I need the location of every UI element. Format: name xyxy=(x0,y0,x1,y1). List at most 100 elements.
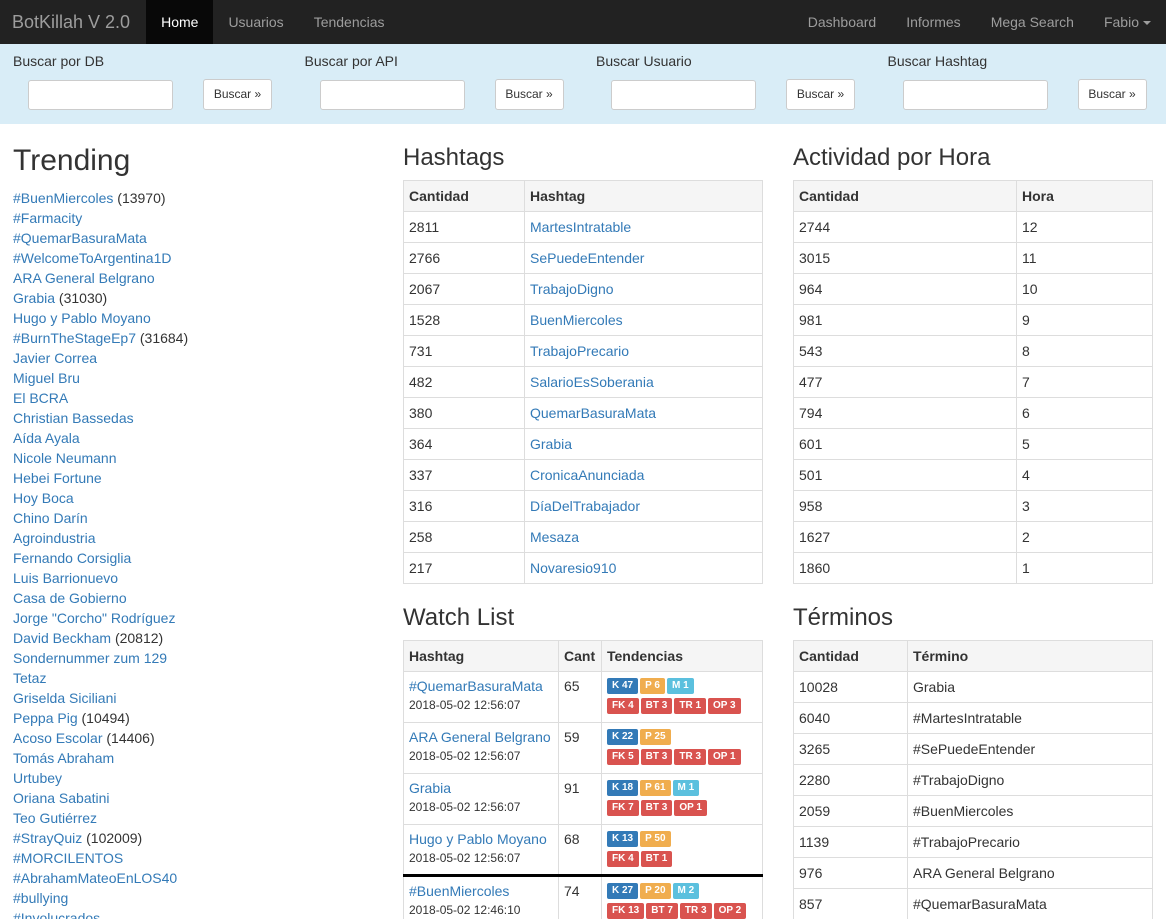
trending-link[interactable]: Jorge "Corcho" Rodríguez xyxy=(13,610,175,626)
hashtag-link[interactable]: SalarioEsSoberania xyxy=(530,374,654,390)
watchlist-link[interactable]: ARA General Belgrano xyxy=(409,729,551,745)
trending-link[interactable]: Urtubey xyxy=(13,770,62,786)
search-hashtag-input[interactable] xyxy=(902,80,1048,110)
trending-link[interactable]: Agroindustria xyxy=(13,530,96,546)
cell-value: 4 xyxy=(1016,459,1153,491)
trending-link[interactable]: Oriana Sabatini xyxy=(13,790,110,806)
trending-link[interactable]: Hoy Boca xyxy=(13,490,74,506)
search-user-button[interactable]: Buscar » xyxy=(786,79,855,110)
watchlist-link[interactable]: #BuenMiercoles xyxy=(409,883,509,899)
hashtag-link[interactable]: DíaDelTrabajador xyxy=(530,498,640,514)
cell-cantidad: 1860 xyxy=(793,552,1017,584)
trending-link[interactable]: #WelcomeToArgentina1D xyxy=(13,250,172,266)
hashtag-link[interactable]: Novaresio910 xyxy=(530,560,616,576)
cell-cantidad: 1139 xyxy=(793,826,908,858)
nav-user-menu[interactable]: Fabio xyxy=(1089,0,1166,44)
trending-link[interactable]: Luis Barrionuevo xyxy=(13,570,118,586)
col-header-tendencias: Tendencias xyxy=(601,640,763,672)
trending-link[interactable]: Acoso Escolar xyxy=(13,730,102,746)
watchlist-link[interactable]: Grabia xyxy=(409,780,451,796)
trending-link[interactable]: ARA General Belgrano xyxy=(13,270,155,286)
trending-link[interactable]: Griselda Siciliani xyxy=(13,690,116,706)
list-item: Luis Barrionuevo xyxy=(13,568,383,588)
trending-title: Trending xyxy=(13,144,131,177)
trending-link[interactable]: Hugo y Pablo Moyano xyxy=(13,310,151,326)
search-api-input[interactable] xyxy=(319,80,465,110)
trending-link[interactable]: Hebei Fortune xyxy=(13,470,102,486)
search-db-button[interactable]: Buscar » xyxy=(203,79,272,110)
trending-link[interactable]: #AbrahamMateoEnLOS40 xyxy=(13,870,177,886)
table-row: 482 SalarioEsSoberania xyxy=(403,366,763,398)
badge: FK 5 xyxy=(607,749,639,765)
trending-link[interactable]: Christian Bassedas xyxy=(13,410,134,426)
table-row: 316 DíaDelTrabajador xyxy=(403,490,763,522)
nav-mega-search[interactable]: Mega Search xyxy=(976,0,1089,44)
trending-link[interactable]: Javier Correa xyxy=(13,350,97,366)
badge-group: K 27 P 20 M 2 FK 13 BT 7 TR 3 OP 2 xyxy=(607,883,757,919)
nav-informes[interactable]: Informes xyxy=(891,0,975,44)
list-item: #bullying xyxy=(13,888,383,908)
cell-value: SePuedeEntender xyxy=(524,242,763,274)
badge: FK 4 xyxy=(607,698,639,714)
brand-link[interactable]: BotKillah V 2.0 xyxy=(0,0,146,44)
trending-link[interactable]: Chino Darín xyxy=(13,510,88,526)
badge: OP 1 xyxy=(674,800,707,816)
hashtag-link[interactable]: CronicaAnunciada xyxy=(530,467,644,483)
table-row: 501 4 xyxy=(793,459,1153,491)
badge: M 2 xyxy=(672,883,700,899)
hashtag-link[interactable]: Mesaza xyxy=(530,529,579,545)
table-row: 2059 #BuenMiercoles xyxy=(793,795,1153,827)
list-item: Christian Bassedas xyxy=(13,408,383,428)
list-item: #QuemarBasuraMata xyxy=(13,228,383,248)
trending-link[interactable]: #BurnTheStageEp7 xyxy=(13,330,136,346)
trending-link[interactable]: Aída Ayala xyxy=(13,430,80,446)
trending-link[interactable]: #Farmacity xyxy=(13,210,82,226)
watchlist-link[interactable]: #QuemarBasuraMata xyxy=(409,678,543,694)
nav-home[interactable]: Home xyxy=(146,0,214,44)
trending-link[interactable]: #bullying xyxy=(13,890,68,906)
hashtag-link[interactable]: MartesIntratable xyxy=(530,219,631,235)
trending-link[interactable]: El BCRA xyxy=(13,390,68,406)
nav-dashboard[interactable]: Dashboard xyxy=(793,0,892,44)
hashtag-link[interactable]: TrabajoPrecario xyxy=(530,343,629,359)
hashtag-link[interactable]: TrabajoDigno xyxy=(530,281,614,297)
search-api-button[interactable]: Buscar » xyxy=(494,79,564,110)
search-db-input[interactable] xyxy=(28,80,173,110)
trending-link[interactable]: Fernando Corsiglia xyxy=(13,550,131,566)
trending-link[interactable]: Nicole Neumann xyxy=(13,450,117,466)
cell-cantidad: 364 xyxy=(403,428,525,460)
trending-link[interactable]: Tomás Abraham xyxy=(13,750,114,766)
trending-link[interactable]: Teo Gutiérrez xyxy=(13,810,97,826)
trending-link[interactable]: David Beckham xyxy=(13,630,111,646)
trending-link[interactable]: Sondernummer zum 129 xyxy=(13,650,167,666)
list-item: Fernando Corsiglia xyxy=(13,548,383,568)
trending-link[interactable]: #StrayQuiz xyxy=(13,830,82,846)
search-hashtag-button[interactable]: Buscar » xyxy=(1077,79,1147,110)
cell-cantidad: 794 xyxy=(793,397,1017,429)
trending-link[interactable]: #Involucrados xyxy=(13,910,100,919)
search-user-input[interactable] xyxy=(611,80,756,110)
trending-link[interactable]: #MORCILENTOS xyxy=(13,850,123,866)
trending-link[interactable]: Peppa Pig xyxy=(13,710,78,726)
trending-link[interactable]: Tetaz xyxy=(13,670,46,686)
hashtag-link[interactable]: SePuedeEntender xyxy=(530,250,644,266)
badge: FK 4 xyxy=(607,851,639,867)
search-user-label: Buscar Usuario xyxy=(596,53,692,69)
list-item: Hoy Boca xyxy=(13,488,383,508)
search-api-group: Buscar por API Buscar » xyxy=(292,44,584,124)
trending-link[interactable]: Grabia xyxy=(13,290,55,306)
trending-link[interactable]: Miguel Bru xyxy=(13,370,80,386)
trending-link[interactable]: Casa de Gobierno xyxy=(13,590,127,606)
hashtag-link[interactable]: Grabia xyxy=(530,436,572,452)
cell-cantidad: 981 xyxy=(793,304,1017,336)
table-row: 217 Novaresio910 xyxy=(403,552,763,584)
nav-tendencias[interactable]: Tendencias xyxy=(299,0,400,44)
trending-link[interactable]: #QuemarBasuraMata xyxy=(13,230,147,246)
hashtag-link[interactable]: BuenMiercoles xyxy=(530,312,623,328)
hashtag-link[interactable]: QuemarBasuraMata xyxy=(530,405,656,421)
trending-link[interactable]: #BuenMiercoles xyxy=(13,190,113,206)
col-header-cantidad: Cantidad xyxy=(793,180,1017,212)
watchlist-link[interactable]: Hugo y Pablo Moyano xyxy=(409,831,547,847)
nav-usuarios[interactable]: Usuarios xyxy=(213,0,298,44)
badge-group: K 47 P 6M 1 FK 4 BT 3 TR 1 OP 3 xyxy=(607,678,757,714)
